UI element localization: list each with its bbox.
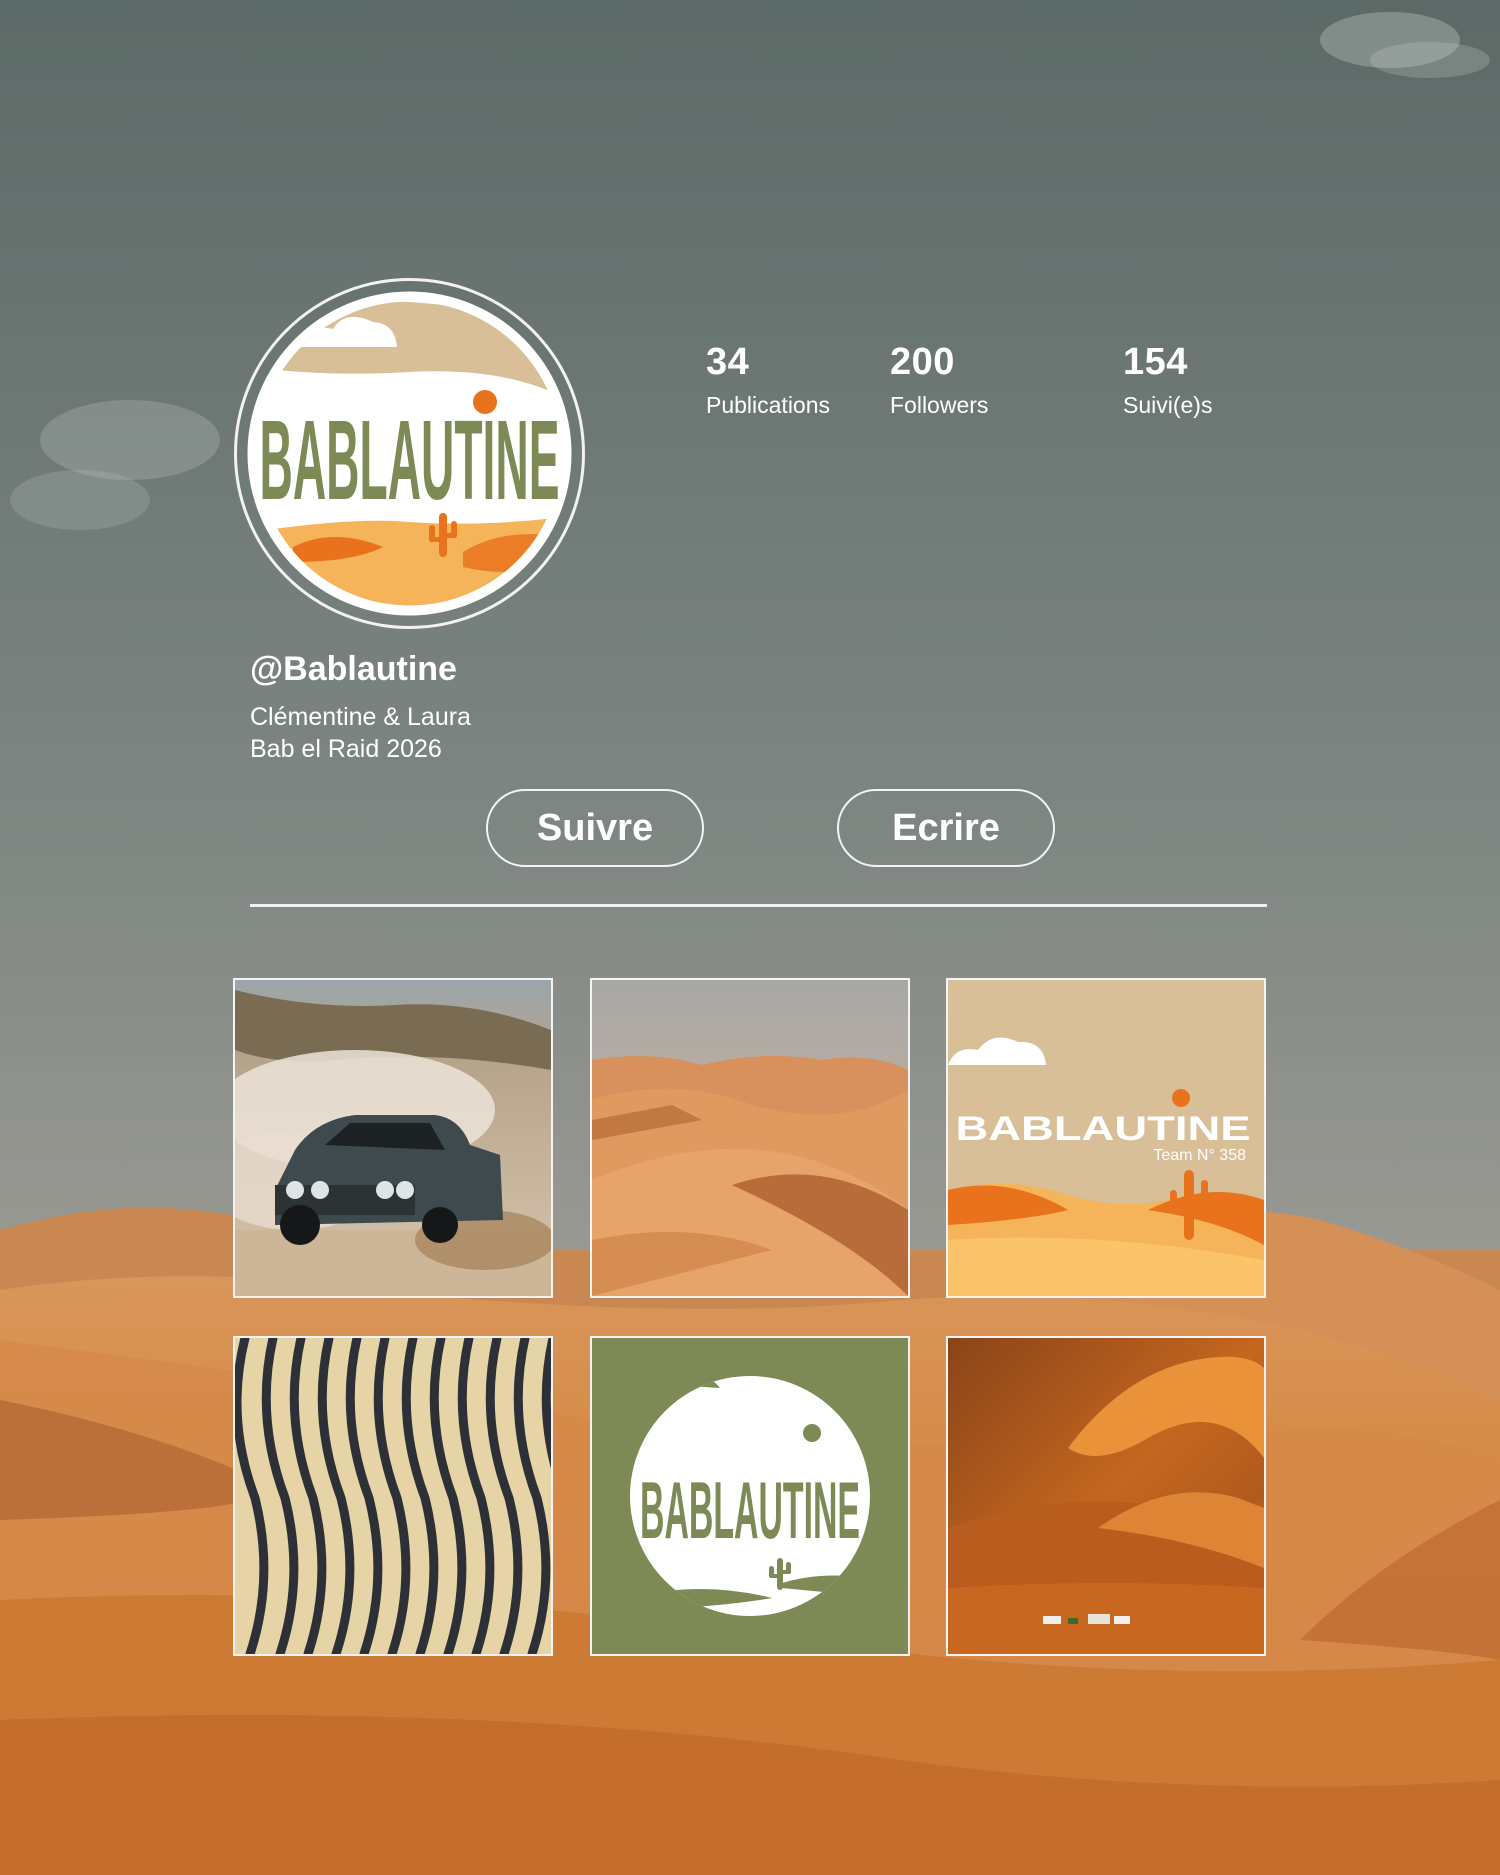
- profile-page: BABLAUTINE 34 Publications 200 Followers…: [0, 0, 1500, 1875]
- stat-following-label: Suivi(e)s: [1123, 392, 1213, 418]
- sand-ripples-image: [235, 1338, 551, 1654]
- team-logo-text: BABLAUTINE: [956, 1110, 1251, 1148]
- stat-publications[interactable]: 34 Publications: [706, 338, 830, 420]
- stat-followers[interactable]: 200 Followers: [890, 338, 988, 420]
- profile-bio: Clémentine & Laura Bab el Raid 2026: [250, 701, 471, 765]
- stat-publications-label: Publications: [706, 392, 831, 418]
- post-tile-desert-dunes[interactable]: [590, 978, 910, 1298]
- rally-car-image: [235, 980, 551, 1296]
- profile-username: @Bablautine: [250, 650, 457, 688]
- avatar-logo-text: BABLAUTINE: [260, 397, 560, 524]
- bio-line: Clémentine & Laura: [250, 703, 471, 731]
- team-logo-graphic: BABLAUTINE Team N° 358: [948, 980, 1264, 1296]
- stat-followers-label: Followers: [890, 392, 989, 418]
- stat-following[interactable]: 154 Suivi(e)s: [1123, 338, 1212, 420]
- green-logo-text: BABLAUTINE: [640, 1467, 860, 1556]
- stat-followers-count: 200: [890, 341, 955, 383]
- team-number-caption: Team N° 358: [1153, 1147, 1246, 1164]
- green-logo-graphic: BABLAUTINE: [592, 1338, 908, 1654]
- post-tile-rally-car[interactable]: [233, 978, 553, 1298]
- profile-avatar[interactable]: BABLAUTINE: [233, 277, 586, 630]
- post-tile-green-logo[interactable]: BABLAUTINE: [590, 1336, 910, 1656]
- stat-following-count: 154: [1123, 341, 1188, 383]
- post-tile-sand-ripples[interactable]: [233, 1336, 553, 1656]
- follow-button[interactable]: Suivre: [486, 789, 704, 867]
- post-tile-desert-camp[interactable]: [946, 1336, 1266, 1656]
- bio-line: Bab el Raid 2026: [250, 735, 442, 763]
- message-button[interactable]: Ecrire: [837, 789, 1055, 867]
- desert-dunes-image: [592, 980, 908, 1296]
- desert-camp-image: [948, 1338, 1264, 1654]
- profile-content: BABLAUTINE 34 Publications 200 Followers…: [0, 0, 1500, 1875]
- stat-publications-count: 34: [706, 341, 750, 383]
- section-divider: [250, 904, 1267, 907]
- post-tile-team-logo[interactable]: BABLAUTINE Team N° 358: [946, 978, 1266, 1298]
